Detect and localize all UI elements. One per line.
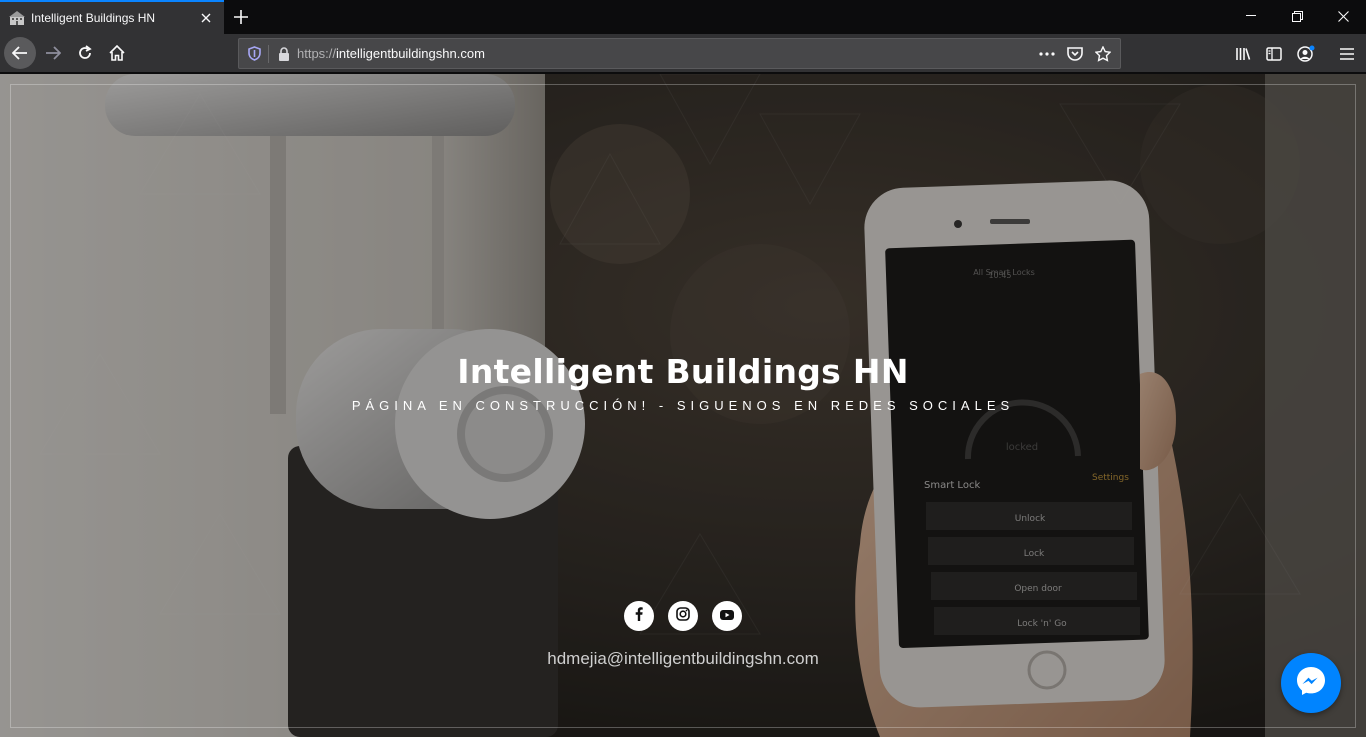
page-actions-menu-icon[interactable]: [1036, 43, 1058, 65]
page-subtitle: PÁGINA EN CONSTRUCCIÓN! - SIGUENOS EN RE…: [351, 398, 1015, 413]
hamburger-menu-icon[interactable]: [1333, 40, 1361, 68]
url-scheme: https://: [297, 46, 337, 61]
url-text[interactable]: https://intelligentbuildingshn.com: [297, 46, 1036, 61]
back-arrow-icon[interactable]: [4, 37, 36, 69]
navigation-toolbar: https://intelligentbuildingshn.com: [0, 34, 1366, 73]
facebook-icon: [635, 606, 643, 626]
youtube-icon: [720, 607, 734, 625]
tab-title: Intelligent Buildings HN: [31, 11, 156, 25]
close-tab-icon[interactable]: [194, 6, 218, 30]
tracking-shield-icon[interactable]: [246, 46, 262, 62]
reload-icon[interactable]: [70, 38, 100, 68]
browser-window: Intelligent Buildings HN https://intelli…: [0, 0, 1366, 737]
web-page: locked 10:45 All Smart Locks Smart Lock …: [0, 74, 1366, 737]
building-favicon-icon: [9, 10, 25, 26]
library-icon[interactable]: [1229, 40, 1257, 68]
urlbar-separator: [268, 44, 269, 63]
pocket-icon[interactable]: [1064, 43, 1086, 65]
youtube-link[interactable]: [712, 601, 742, 631]
tab-strip: Intelligent Buildings HN: [0, 0, 1366, 34]
forward-arrow-icon[interactable]: [38, 38, 68, 68]
instagram-icon: [676, 606, 690, 626]
bookmark-star-icon[interactable]: [1092, 43, 1114, 65]
facebook-link[interactable]: [624, 601, 654, 631]
close-window-icon[interactable]: [1320, 0, 1366, 32]
page-title: Intelligent Buildings HN: [457, 352, 909, 391]
sidebar-toggle-icon[interactable]: [1260, 40, 1288, 68]
account-icon[interactable]: [1292, 40, 1320, 68]
contact-email-link[interactable]: hdmejia@intelligentbuildingshn.com: [0, 649, 1366, 669]
padlock-icon[interactable]: [277, 46, 291, 62]
social-links: [624, 601, 742, 631]
messenger-chat-button[interactable]: [1281, 653, 1341, 713]
instagram-link[interactable]: [668, 601, 698, 631]
minimize-icon[interactable]: [1228, 0, 1274, 32]
restore-icon[interactable]: [1274, 0, 1320, 32]
home-icon[interactable]: [102, 38, 132, 68]
url-host: intelligentbuildingshn.com: [336, 46, 485, 61]
tab-active[interactable]: Intelligent Buildings HN: [0, 0, 224, 34]
messenger-icon: [1294, 664, 1328, 703]
url-bar[interactable]: https://intelligentbuildingshn.com: [238, 38, 1121, 69]
new-tab-icon[interactable]: [228, 4, 254, 30]
